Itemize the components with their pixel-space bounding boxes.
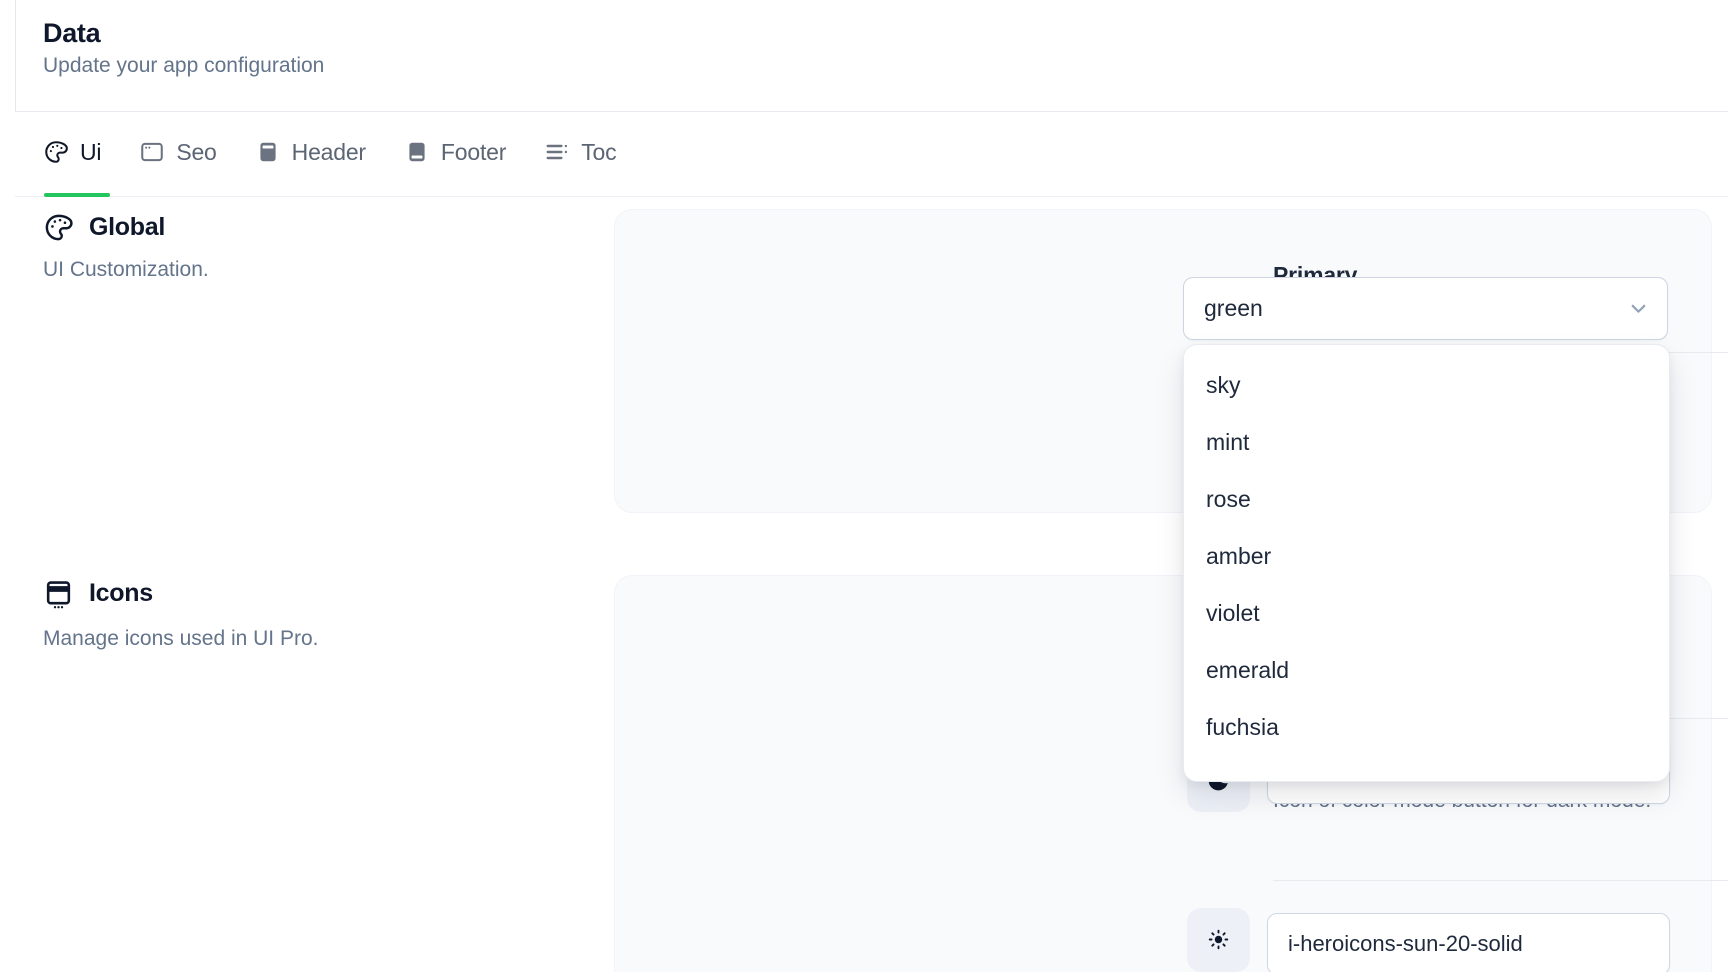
icons-section-title: Icons [89,579,153,608]
palette-icon [43,139,69,165]
tab-toc[interactable]: Toc [544,139,616,166]
field-row-divider [1273,880,1728,881]
window-icon [139,139,165,165]
dropdown-option-emerald[interactable]: emerald [1184,642,1669,699]
page-title: Data [43,18,100,49]
global-section-heading: Global [43,212,165,243]
primary-color-select-value: green [1204,295,1626,322]
toc-icon [544,139,570,165]
tab-ui[interactable]: Ui [43,139,101,166]
tab-seo[interactable]: Seo [139,139,216,166]
primary-color-dropdown: sky mint rose amber violet emerald fuchs… [1183,344,1670,782]
app-config-page: Data Update your app configuration Ui Se… [0,0,1728,972]
chevron-down-icon [1626,296,1651,321]
dropdown-option-violet[interactable]: violet [1184,585,1669,642]
dropdown-option-fuchsia[interactable]: fuchsia [1184,699,1669,756]
tab-footer[interactable]: Footer [404,139,506,166]
primary-color-select[interactable]: green [1183,277,1668,340]
light-mode-icon-input[interactable]: i-heroicons-sun-20-solid [1267,913,1670,972]
sun-icon [1205,926,1233,954]
tab-header[interactable]: Header [255,139,366,166]
tabs-bottom-border [15,196,1728,197]
icons-section-description: Manage icons used in UI Pro. [43,627,318,651]
window-dots-icon [43,578,74,609]
tab-bar: Ui Seo Header Footer Toc [43,126,616,178]
light-mode-icon-input-value: i-heroicons-sun-20-solid [1288,931,1523,957]
dropdown-option-rose[interactable]: rose [1184,471,1669,528]
page-subtitle: Update your app configuration [43,54,324,78]
header-divider [15,111,1728,112]
left-edge-divider [15,0,16,111]
dropdown-option-amber[interactable]: amber [1184,528,1669,585]
palette-icon [43,212,74,243]
active-tab-underline [44,193,110,197]
footer-icon [404,139,430,165]
icons-section-heading: Icons [43,578,153,609]
light-mode-icon-preview [1187,908,1250,972]
header-icon [255,139,281,165]
global-section-description: UI Customization. [43,258,209,282]
dropdown-option-mint[interactable]: mint [1184,414,1669,471]
global-section-title: Global [89,213,165,242]
dropdown-option-sky[interactable]: sky [1184,357,1669,414]
